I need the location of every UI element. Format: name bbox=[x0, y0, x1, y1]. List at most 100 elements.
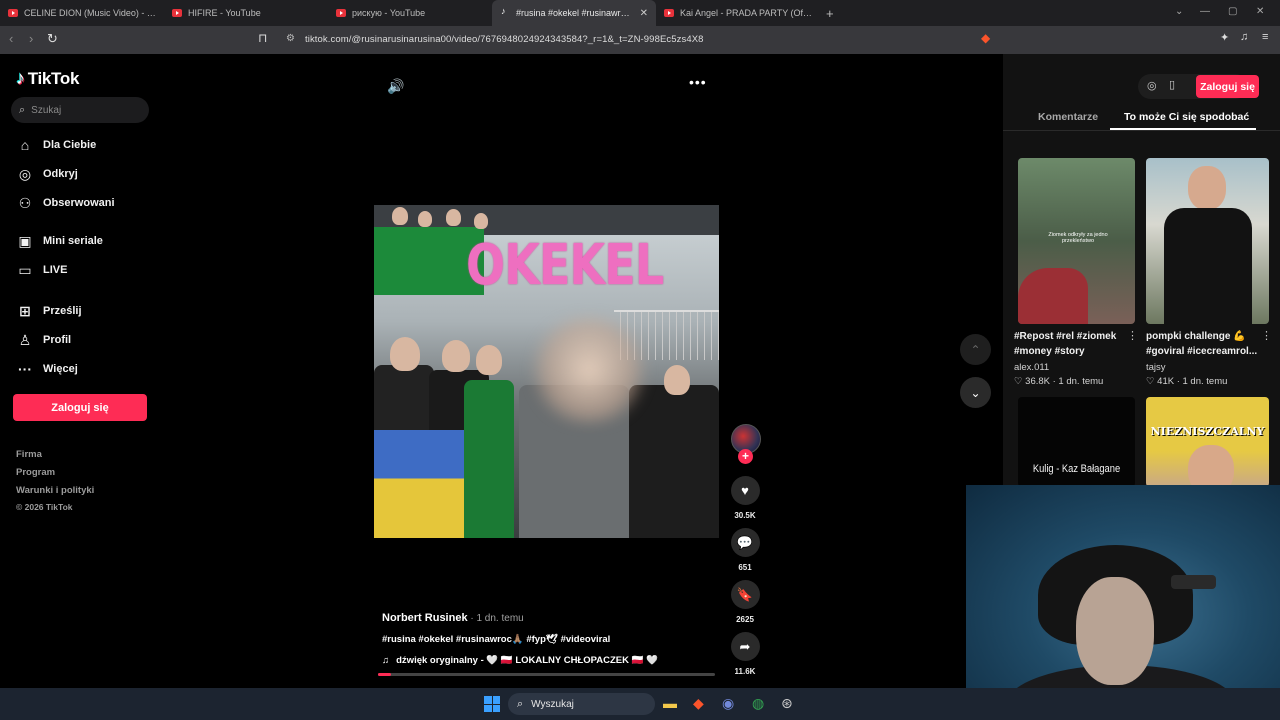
thumbnail-text: Ziomek odkryły za jedno przekleństwo bbox=[1048, 232, 1108, 244]
search-input[interactable]: ⌕ Szukaj bbox=[11, 97, 149, 123]
tab-hifire[interactable]: HIFIRE - YouTube bbox=[164, 0, 328, 26]
youtube-icon bbox=[8, 9, 18, 17]
webcam-person-face bbox=[1076, 577, 1154, 685]
headset-microphone bbox=[1171, 575, 1216, 589]
more-options-icon[interactable]: ••• bbox=[689, 74, 707, 90]
video-scene bbox=[390, 337, 420, 371]
video-scene bbox=[474, 213, 488, 229]
compass-icon: ◎ bbox=[18, 165, 32, 182]
steam-icon[interactable]: ⊛ bbox=[781, 695, 793, 712]
sidebar-item-following[interactable]: ⚇ Obserwowani bbox=[16, 193, 115, 213]
footer-copyright: © 2026 TikTok bbox=[16, 502, 73, 512]
video-progress-bar[interactable] bbox=[378, 673, 715, 676]
sidebar-item-upload[interactable]: ⊞ Prześlij bbox=[16, 301, 81, 321]
comment-count: 651 bbox=[738, 563, 752, 572]
windows-start-icon[interactable] bbox=[484, 696, 500, 712]
recommended-title[interactable]: #Repost #rel #ziomek #money #story bbox=[1014, 329, 1129, 359]
new-tab-button[interactable]: + bbox=[826, 6, 834, 21]
video-scene bbox=[629, 385, 719, 538]
browser-tab-bar: CELINE DION (Music Video) - YouTube HIFI… bbox=[0, 0, 1280, 26]
footer-company[interactable]: Firma bbox=[16, 449, 42, 460]
url-field[interactable]: tiktok.com/@rusinarusinarusina00/video/7… bbox=[305, 34, 704, 45]
menu-icon[interactable]: ≡ bbox=[1262, 31, 1268, 43]
tab-tiktok-active[interactable]: #rusina #okekel #rusinawroc🙏🏽 ✕ bbox=[492, 0, 656, 26]
back-icon[interactable]: ‹ bbox=[9, 31, 13, 46]
brave-browser-icon[interactable]: ◆ bbox=[693, 695, 704, 712]
video-sound[interactable]: ♫ dźwięk oryginalny - 🤍 🇵🇱 LOKALNY CHŁOP… bbox=[382, 655, 658, 666]
tab-you-may-like[interactable]: To może Ci się spodobać bbox=[1124, 111, 1249, 123]
following-icon: ⚇ bbox=[18, 194, 32, 211]
sidebar-item-profile[interactable]: ♙ Profil bbox=[16, 330, 71, 350]
reload-icon[interactable]: ↻ bbox=[47, 31, 58, 47]
recommended-stats: ♡ 36.8K · 1 dn. temu bbox=[1014, 376, 1104, 387]
bookmark-icon: 🔖 bbox=[730, 580, 760, 609]
tab-list-icon[interactable]: ⌄ bbox=[1175, 6, 1183, 17]
more-icon: ··· bbox=[18, 361, 32, 377]
brave-shield-icon[interactable]: ◆ bbox=[981, 31, 990, 45]
tab-riskuyu[interactable]: рискую - YouTube bbox=[328, 0, 492, 26]
sidebar-item-mini-series[interactable]: ▣ Mini seriale bbox=[16, 231, 103, 251]
login-button-top[interactable]: Zaloguj się bbox=[1196, 75, 1259, 98]
comment-icon: 💬 bbox=[730, 528, 760, 557]
tiktok-icon bbox=[500, 6, 510, 17]
window-close-icon[interactable]: ✕ bbox=[1256, 6, 1264, 17]
previous-video-button[interactable]: ⌃ bbox=[960, 334, 991, 365]
sidebar-item-more[interactable]: ··· Więcej bbox=[16, 359, 78, 379]
extensions-icon[interactable]: ✦ bbox=[1220, 31, 1229, 44]
login-button[interactable]: Zaloguj się bbox=[13, 394, 147, 421]
video-author[interactable]: Norbert Rusinek · 1 dn. temu bbox=[382, 612, 524, 624]
forward-icon[interactable]: › bbox=[29, 31, 33, 46]
bookmark-icon[interactable]: ⊓ bbox=[258, 31, 267, 45]
video-scene bbox=[524, 315, 654, 425]
like-button[interactable]: ♥ 30.5K bbox=[730, 476, 760, 520]
thumbnail-text: Kulig - Kaz Bałagane bbox=[1032, 463, 1121, 475]
media-icon[interactable]: ♫ bbox=[1240, 31, 1248, 43]
thumbnail-person-head bbox=[1188, 445, 1234, 487]
sidebar-item-live[interactable]: ▭ LIVE bbox=[16, 260, 67, 280]
chrome-icon[interactable]: ◍ bbox=[752, 695, 764, 712]
coin-icon[interactable]: ◎ bbox=[1147, 79, 1157, 92]
save-button[interactable]: 🔖 2625 bbox=[730, 580, 760, 624]
sidebar-item-for-you[interactable]: ⌂ Dla Ciebie bbox=[16, 135, 96, 155]
recommended-thumbnail[interactable]: Kulig - Kaz Bałagane bbox=[1018, 397, 1135, 487]
video-scene bbox=[392, 207, 408, 225]
recommended-thumbnail[interactable]: NIEZNISZCZALNY bbox=[1146, 397, 1269, 487]
tiktok-logo[interactable]: ♪ TikTok bbox=[16, 68, 79, 89]
video-scene bbox=[418, 211, 432, 227]
recommended-title[interactable]: pompki challenge 💪 #goviral #icecreamrol… bbox=[1146, 329, 1261, 359]
tab-celine[interactable]: CELINE DION (Music Video) - YouTube bbox=[0, 0, 164, 26]
more-vertical-icon[interactable]: ⋮ bbox=[1261, 329, 1272, 342]
file-explorer-icon[interactable]: ▬ bbox=[663, 695, 677, 711]
tab-active-indicator bbox=[1110, 128, 1256, 130]
comment-button[interactable]: 💬 651 bbox=[730, 528, 760, 572]
windows-taskbar: ⌕ Wyszukaj ▬ ◆ ◉ ◍ ⊛ bbox=[0, 688, 1280, 720]
close-tab-icon[interactable]: ✕ bbox=[640, 8, 648, 19]
recommended-thumbnail[interactable]: Ziomek odkryły za jedno przekleństwo bbox=[1018, 158, 1135, 324]
recommended-author[interactable]: tajsy bbox=[1146, 362, 1166, 373]
site-info-icon[interactable]: ⚙ bbox=[286, 33, 295, 44]
share-button[interactable]: ➦ 11.6K bbox=[730, 632, 760, 676]
share-icon: ➦ bbox=[730, 632, 760, 661]
video-player[interactable]: OKEKEL bbox=[374, 205, 719, 538]
recommended-thumbnail[interactable] bbox=[1146, 158, 1269, 324]
footer-program[interactable]: Program bbox=[16, 467, 55, 478]
thumbnail-text: NIEZNISZCZALNY bbox=[1150, 425, 1265, 438]
volume-icon[interactable]: 🔊 bbox=[387, 78, 404, 95]
profile-icon: ♙ bbox=[18, 331, 32, 348]
tab-kai-angel[interactable]: Kai Angel - PRADA PARTY (Official M bbox=[656, 0, 820, 26]
tab-comments[interactable]: Komentarze bbox=[1038, 111, 1098, 123]
minimize-icon[interactable]: — bbox=[1200, 6, 1210, 17]
video-caption[interactable]: #rusina #okekel #rusinawroc🙏🏽 #fyp🕊 #vid… bbox=[382, 634, 610, 645]
sidebar-item-explore[interactable]: ◎ Odkryj bbox=[16, 164, 78, 184]
maximize-icon[interactable]: ▢ bbox=[1228, 6, 1237, 17]
taskbar-search[interactable]: ⌕ Wyszukaj bbox=[508, 693, 655, 715]
next-video-button[interactable]: ⌄ bbox=[960, 377, 991, 408]
device-icon[interactable]: ▯ bbox=[1169, 78, 1175, 91]
more-vertical-icon[interactable]: ⋮ bbox=[1127, 329, 1138, 342]
discord-icon[interactable]: ◉ bbox=[722, 695, 734, 712]
follow-plus-icon[interactable]: + bbox=[738, 449, 753, 464]
webcam-overlay bbox=[966, 485, 1280, 720]
heart-icon: ♥ bbox=[730, 476, 760, 505]
footer-terms[interactable]: Warunki i polityki bbox=[16, 485, 94, 496]
recommended-author[interactable]: alex.011 bbox=[1014, 362, 1049, 373]
